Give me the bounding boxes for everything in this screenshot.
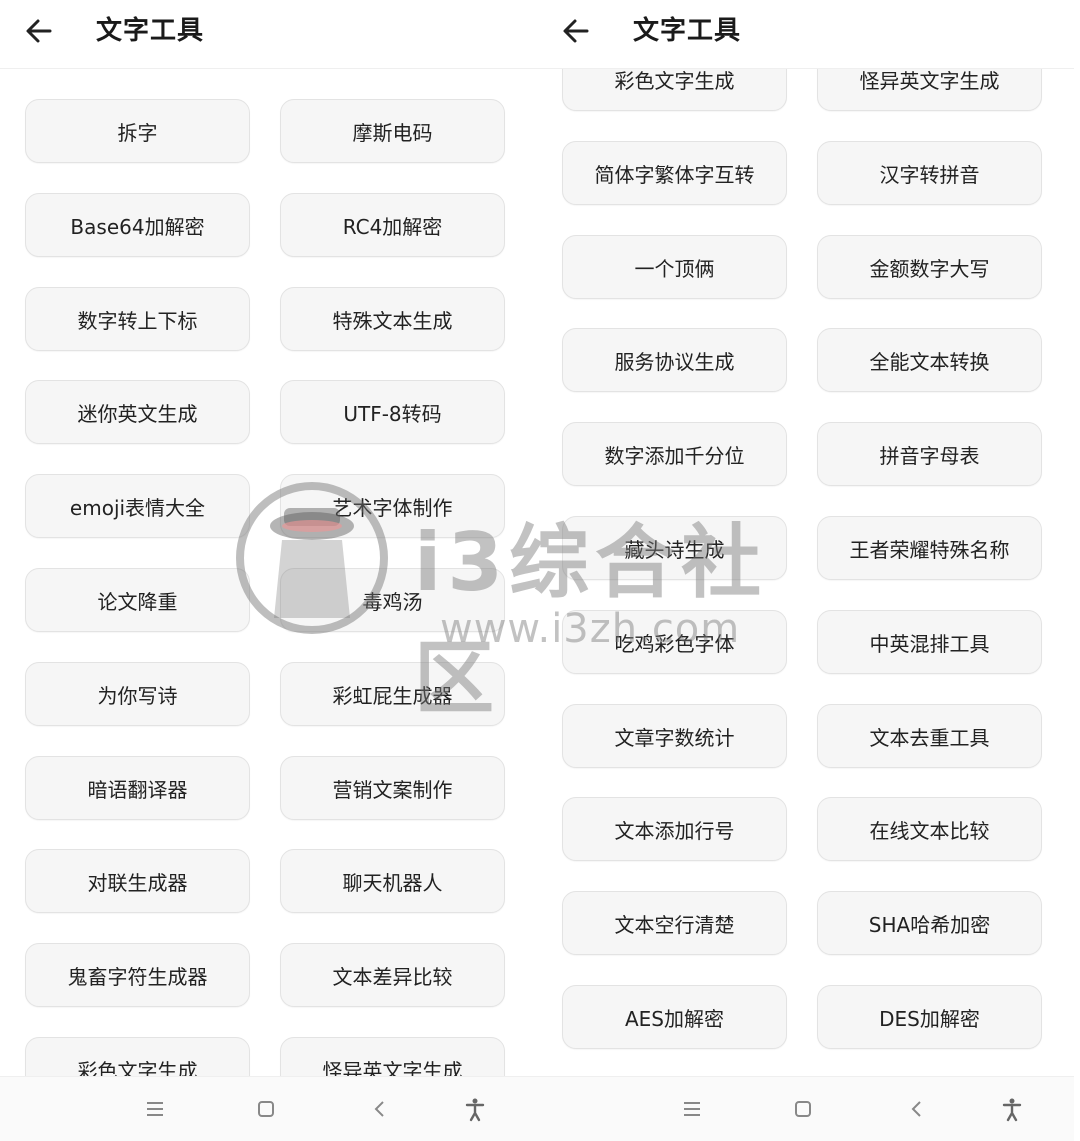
app-bar: 文字工具 — [537, 0, 1074, 69]
tool-button[interactable]: 王者荣耀特殊名称 — [817, 516, 1042, 580]
menu-icon[interactable] — [678, 1095, 706, 1123]
tool-button[interactable]: 文本差异比较 — [280, 943, 505, 1007]
tool-button[interactable]: 暗语翻译器 — [25, 756, 250, 820]
tool-button[interactable]: DES加解密 — [817, 985, 1042, 1049]
menu-icon[interactable] — [141, 1095, 169, 1123]
tool-button[interactable]: 文本空行清楚 — [562, 891, 787, 955]
tool-button[interactable]: 特殊文本生成 — [280, 287, 505, 351]
tool-button[interactable]: 对联生成器 — [25, 849, 250, 913]
tool-button[interactable]: 吃鸡彩色字体 — [562, 610, 787, 674]
tool-button[interactable]: 迷你英文生成 — [25, 380, 250, 444]
arrow-left-icon[interactable] — [22, 14, 56, 48]
tool-button[interactable]: 摩斯电码 — [280, 99, 505, 163]
tool-button[interactable]: 鬼畜字符生成器 — [25, 943, 250, 1007]
tool-button[interactable]: 在线文本比较 — [817, 797, 1042, 861]
tool-button[interactable]: Base64加解密 — [25, 193, 250, 257]
home-square-icon[interactable] — [789, 1095, 817, 1123]
tool-button[interactable]: emoji表情大全 — [25, 474, 250, 538]
tool-button[interactable]: AES加解密 — [562, 985, 787, 1049]
tool-button[interactable]: 聊天机器人 — [280, 849, 505, 913]
tool-button[interactable]: 全能文本转换 — [817, 328, 1042, 392]
accessibility-icon[interactable] — [461, 1095, 489, 1123]
tool-button[interactable]: 文章字数统计 — [562, 704, 787, 768]
tool-button[interactable]: 文本添加行号 — [562, 797, 787, 861]
back-chevron-icon[interactable] — [366, 1095, 394, 1123]
tool-button[interactable]: RC4加解密 — [280, 193, 505, 257]
tool-button[interactable]: 彩虹屁生成器 — [280, 662, 505, 726]
tool-button[interactable]: 拆字 — [25, 99, 250, 163]
tool-button[interactable]: 一个顶俩 — [562, 235, 787, 299]
arrow-left-icon[interactable] — [559, 14, 593, 48]
back-chevron-icon[interactable] — [903, 1095, 931, 1123]
accessibility-icon[interactable] — [998, 1095, 1026, 1123]
system-nav-bar — [0, 1076, 537, 1141]
page-title: 文字工具 — [96, 16, 205, 46]
tool-button[interactable]: 藏头诗生成 — [562, 516, 787, 580]
tool-button[interactable]: 毒鸡汤 — [280, 568, 505, 632]
tool-button[interactable]: 汉字转拼音 — [817, 141, 1042, 205]
tool-button[interactable]: 服务协议生成 — [562, 328, 787, 392]
tool-button[interactable]: 文本去重工具 — [817, 704, 1042, 768]
tool-button[interactable]: 中英混排工具 — [817, 610, 1042, 674]
tool-button[interactable]: 拼音字母表 — [817, 422, 1042, 486]
left-screen: 拆字 摩斯电码 Base64加解密 RC4加解密 数字转上下标 特殊文本生成 迷你英文生成 U… — [0, 0, 537, 1141]
tool-button[interactable]: SHA哈希加密 — [817, 891, 1042, 955]
home-square-icon[interactable] — [252, 1095, 280, 1123]
tool-button[interactable]: 简体字繁体字互转 — [562, 141, 787, 205]
tool-button[interactable]: 为你写诗 — [25, 662, 250, 726]
tool-button[interactable]: UTF-8转码 — [280, 380, 505, 444]
tool-button[interactable]: 营销文案制作 — [280, 756, 505, 820]
right-screen: 彩色文字生成 怪异英文字生成 简体字繁体字互转 汉字转拼音 一个顶俩 金额数字大写 服务协议… — [537, 0, 1074, 1141]
system-nav-bar — [537, 1076, 1074, 1141]
page-title: 文字工具 — [633, 16, 742, 46]
tool-button[interactable]: 金额数字大写 — [817, 235, 1042, 299]
app-bar: 文字工具 — [0, 0, 537, 69]
tool-button[interactable]: 数字添加千分位 — [562, 422, 787, 486]
tool-button[interactable]: 数字转上下标 — [25, 287, 250, 351]
tool-button[interactable]: 艺术字体制作 — [280, 474, 505, 538]
tool-button[interactable]: 论文降重 — [25, 568, 250, 632]
